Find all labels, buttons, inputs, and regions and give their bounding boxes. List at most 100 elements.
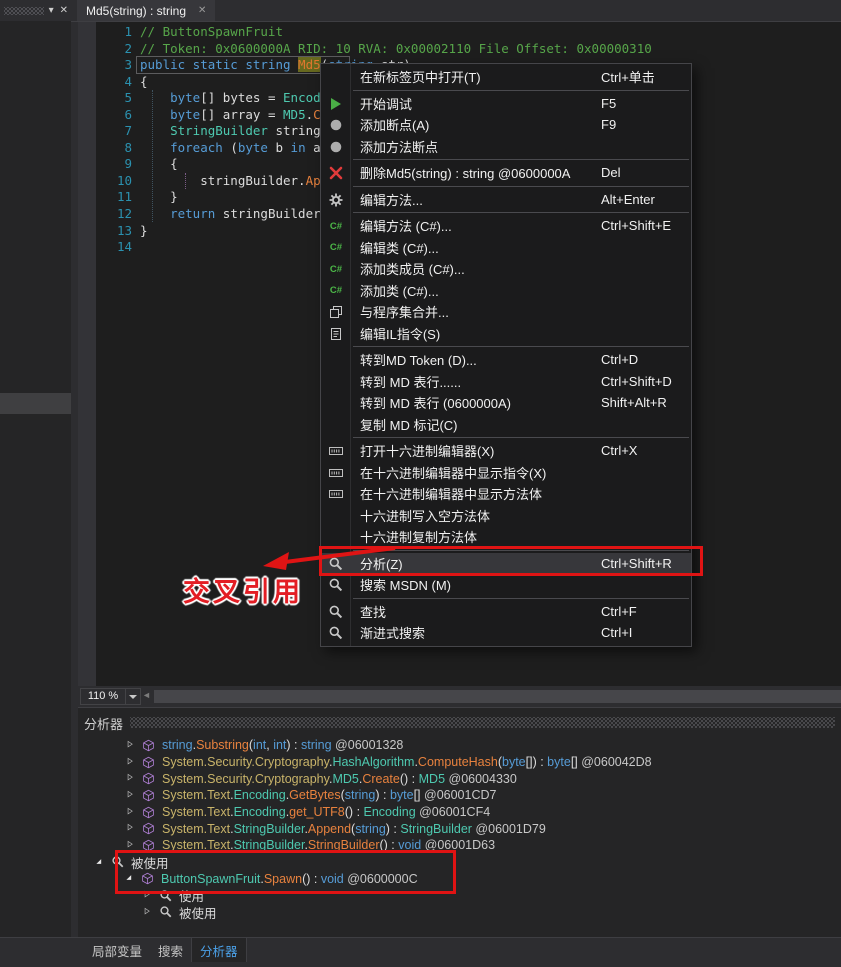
sidebar-selection-band[interactable] bbox=[0, 393, 71, 414]
analyzer-tree-row[interactable]: System.Text.StringBuilder.Append(string)… bbox=[78, 820, 841, 837]
menu-item[interactable]: 开始调试 F5 bbox=[321, 93, 691, 115]
hex-icon bbox=[327, 442, 345, 460]
menu-item[interactable]: 渐进式搜索 Ctrl+I bbox=[321, 622, 691, 644]
csharp-icon: C# bbox=[329, 242, 343, 253]
menu-item-label: 开始调试 bbox=[360, 96, 413, 112]
code-segment: []) : bbox=[525, 755, 548, 770]
expander-collapsed-icon[interactable] bbox=[126, 790, 137, 801]
menu-item[interactable]: 在十六进制编辑器中显示方法体 bbox=[321, 483, 691, 505]
code-segment: StringBuilder bbox=[170, 123, 268, 139]
expander-expanded-icon[interactable] bbox=[125, 873, 136, 884]
horizontal-scrollbar[interactable] bbox=[154, 690, 841, 703]
menu-item[interactable]: 删除Md5(string) : string @0600000A Del bbox=[321, 162, 691, 184]
code-segment: @06004330 bbox=[445, 771, 517, 786]
menu-item[interactable]: C# 编辑方法 (C#)... Ctrl+Shift+E bbox=[321, 215, 691, 237]
scroll-left-arrow-icon[interactable]: ◄ bbox=[142, 690, 151, 700]
code-segment: StringBuilder bbox=[233, 821, 305, 836]
menu-item[interactable]: 查找 Ctrl+F bbox=[321, 601, 691, 623]
chevron-down-icon[interactable]: ▾ bbox=[46, 0, 57, 21]
expander-collapsed-icon[interactable] bbox=[126, 773, 137, 784]
menu-item[interactable]: 编辑IL指令(S) bbox=[321, 323, 691, 345]
menu-item-shortcut: Ctrl+Shift+D bbox=[601, 373, 672, 389]
menu-item-label: 编辑方法... bbox=[360, 192, 423, 208]
menu-item-shortcut: Ctrl+Shift+R bbox=[601, 555, 672, 571]
tab-md5-string[interactable]: Md5(string) : string ✕ bbox=[77, 0, 216, 21]
line-number: 9 bbox=[124, 156, 132, 172]
code-segment: MD5 bbox=[332, 771, 359, 786]
menu-item-label: 复制 MD 标记(C) bbox=[360, 417, 458, 433]
line-number: 13 bbox=[116, 222, 132, 238]
code-segment: [] bbox=[570, 755, 582, 770]
menu-item[interactable]: 添加方法断点 bbox=[321, 136, 691, 158]
analyzer-tree-row[interactable]: string.Substring(int, int) : string @060… bbox=[78, 737, 841, 754]
analyzer-tree-row[interactable]: System.Text.Encoding.GetBytes(string) : … bbox=[78, 787, 841, 804]
analyzer-tree-row[interactable]: System.Security.Cryptography.HashAlgorit… bbox=[78, 754, 841, 771]
code-segment: foreach bbox=[170, 139, 223, 155]
code-segment: { bbox=[140, 156, 178, 172]
analyzer-tree-row[interactable]: ButtonSpawnFruit.Spawn() : void @0600000… bbox=[78, 871, 841, 888]
analyzer-drag-grip[interactable] bbox=[130, 717, 835, 728]
menu-item[interactable]: 添加断点(A) F9 bbox=[321, 114, 691, 136]
menu-item[interactable]: C# 添加类成员 (C#)... bbox=[321, 258, 691, 280]
menu-item-label: 转到MD Token (D)... bbox=[360, 353, 477, 369]
merge-icon bbox=[327, 303, 345, 321]
circle-icon bbox=[327, 116, 345, 134]
menu-item[interactable]: 打开十六进制编辑器(X) Ctrl+X bbox=[321, 440, 691, 462]
code-segment: get_UTF8 bbox=[289, 805, 345, 820]
expander-expanded-icon[interactable] bbox=[95, 857, 106, 868]
tab-close-icon[interactable]: ✕ bbox=[198, 5, 206, 16]
expander-collapsed-icon[interactable] bbox=[126, 757, 137, 768]
menu-item[interactable]: 转到 MD 表行 (0600000A) Shift+Alt+R bbox=[321, 392, 691, 414]
code-line[interactable]: 1 // ButtonSpawnFruit bbox=[78, 24, 841, 41]
analyzer-tree-row[interactable]: System.Text.StringBuilder.StringBuilder(… bbox=[78, 837, 841, 854]
code-line[interactable]: 2 // Token: 0x0600000A RID: 10 RVA: 0x000… bbox=[78, 41, 841, 58]
analyzer-tree-row[interactable]: System.Text.Encoding.get_UTF8() : Encodi… bbox=[78, 804, 841, 821]
analyzer-tree: string.Substring(int, int) : string @060… bbox=[78, 737, 841, 921]
menu-item[interactable]: C# 编辑类 (C#)... bbox=[321, 237, 691, 259]
menu-item[interactable]: 转到MD Token (D)... Ctrl+D bbox=[321, 349, 691, 371]
menu-item[interactable]: 分析(Z) Ctrl+Shift+R bbox=[321, 552, 691, 574]
expander-collapsed-icon[interactable] bbox=[126, 840, 137, 851]
expander-collapsed-icon[interactable] bbox=[143, 907, 154, 918]
menu-item[interactable]: C# 添加类 (C#)... bbox=[321, 280, 691, 302]
analyzer-tree-row[interactable]: 被使用 bbox=[78, 854, 841, 871]
menu-item-label: 添加方法断点 bbox=[360, 139, 439, 155]
expander-collapsed-icon[interactable] bbox=[126, 740, 137, 751]
code-segment: () : bbox=[379, 838, 399, 853]
menu-item[interactable]: 十六进制复制方法体 bbox=[321, 526, 691, 548]
bottom-tab-inactive[interactable]: 搜索 bbox=[150, 938, 191, 962]
code-segment: Create bbox=[362, 771, 400, 786]
analyzer-tree-row[interactable]: 被使用 bbox=[78, 904, 841, 921]
menu-item[interactable]: 转到 MD 表行...... Ctrl+Shift+D bbox=[321, 371, 691, 393]
menu-item[interactable]: 在新标签页中打开(T) Ctrl+单击 bbox=[321, 66, 691, 88]
analyzer-tree-row[interactable]: System.Security.Cryptography.MD5.Create(… bbox=[78, 770, 841, 787]
expander-collapsed-icon[interactable] bbox=[126, 807, 137, 818]
menu-item[interactable]: 与程序集合并... bbox=[321, 301, 691, 323]
menu-item[interactable]: 搜索 MSDN (M) bbox=[321, 574, 691, 596]
line-number: 14 bbox=[116, 239, 132, 255]
expander-collapsed-icon[interactable] bbox=[126, 823, 137, 834]
bottom-tab-active[interactable]: 分析器 bbox=[191, 938, 247, 962]
panel-drag-grip[interactable] bbox=[4, 6, 44, 15]
close-icon[interactable]: ✕ bbox=[57, 0, 71, 21]
zoom-level-select[interactable]: 110 % bbox=[80, 688, 126, 705]
menu-separator bbox=[353, 212, 689, 213]
code-segment: Md5 bbox=[298, 57, 321, 73]
menu-item[interactable]: 在十六进制编辑器中显示指令(X) bbox=[321, 462, 691, 484]
document-tabbar: Md5(string) : string ✕ bbox=[71, 0, 841, 22]
line-number: 6 bbox=[124, 106, 132, 122]
menu-item[interactable]: 十六进制写入空方法体 bbox=[321, 505, 691, 527]
menu-item[interactable]: 编辑方法... Alt+Enter bbox=[321, 189, 691, 211]
menu-item-label: 分析(Z) bbox=[360, 556, 403, 572]
expander-collapsed-icon[interactable] bbox=[143, 890, 154, 901]
code-segment: public static string bbox=[140, 57, 299, 73]
zoom-dropdown-button[interactable] bbox=[125, 688, 141, 705]
analyzer-tree-row[interactable]: 使用 bbox=[78, 887, 841, 904]
menu-separator bbox=[353, 159, 689, 160]
bottom-tab-inactive[interactable]: 局部变量 bbox=[84, 938, 150, 962]
code-segment: () : bbox=[399, 771, 419, 786]
method-icon bbox=[142, 839, 156, 852]
menu-item[interactable]: 复制 MD 标记(C) bbox=[321, 414, 691, 436]
code-text: // ButtonSpawnFruit bbox=[140, 24, 283, 39]
search-icon bbox=[327, 555, 345, 573]
